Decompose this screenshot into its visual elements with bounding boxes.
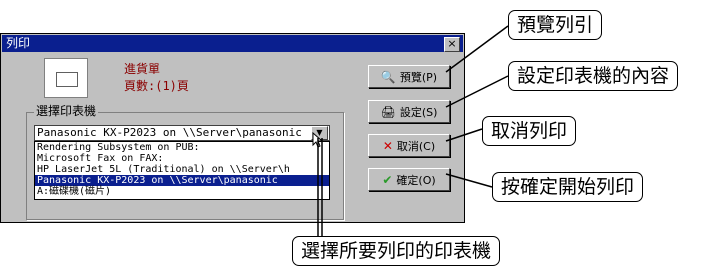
callout-cancel: 取消列印 <box>482 116 577 146</box>
callout-ok: 按確定開始列印 <box>492 172 644 202</box>
callout-select-printer: 選擇所要列印的印表機 <box>292 236 501 266</box>
callout-leader-lines <box>317 25 509 238</box>
callout-preview: 預覽列引 <box>508 10 603 40</box>
callout-setup: 設定印表機的內容 <box>508 61 679 91</box>
